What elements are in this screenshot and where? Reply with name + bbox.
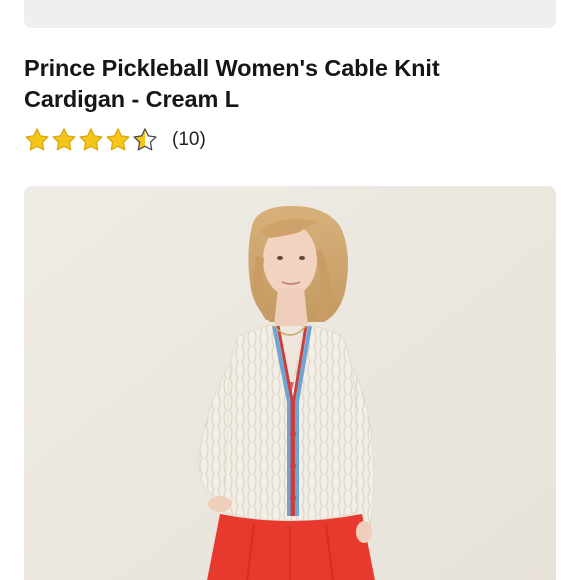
star-rating bbox=[24, 127, 159, 153]
product-image[interactable] bbox=[24, 186, 556, 580]
previous-image-card[interactable] bbox=[24, 0, 556, 28]
star-full-icon bbox=[106, 128, 130, 151]
star-full-icon bbox=[52, 128, 76, 151]
star-full-icon bbox=[79, 128, 103, 151]
rating-row[interactable]: (10) bbox=[24, 126, 206, 154]
review-count[interactable]: (10) bbox=[172, 127, 206, 153]
star-full-icon bbox=[25, 128, 49, 151]
star-half-icon bbox=[133, 128, 157, 151]
product-photo bbox=[24, 186, 556, 580]
product-page: Prince Pickleball Women's Cable Knit Car… bbox=[0, 0, 580, 580]
product-title: Prince Pickleball Women's Cable Knit Car… bbox=[24, 55, 440, 112]
